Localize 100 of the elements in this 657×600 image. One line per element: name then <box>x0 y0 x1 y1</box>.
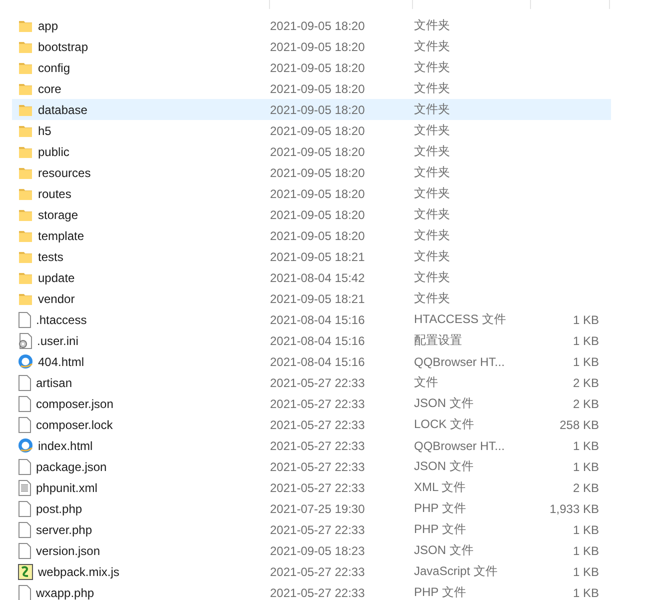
file-name: artisan <box>36 376 72 390</box>
file-row[interactable]: bootstrap 2021-09-05 18:20 文件夹 <box>12 36 611 57</box>
file-size: 2 KB <box>572 376 599 390</box>
modified-date: 2021-09-05 18:20 <box>270 18 366 32</box>
file-name: .user.ini <box>37 334 78 348</box>
file-size: 2 KB <box>572 480 599 494</box>
file-row[interactable]: package.json 2021-05-27 22:33 JSON 文件 1 KB <box>12 456 611 477</box>
file-row[interactable]: config 2021-09-05 18:20 文件夹 <box>12 57 611 78</box>
settings-file-icon <box>18 332 32 348</box>
file-name: core <box>38 82 62 96</box>
file-row[interactable]: update 2021-08-04 15:42 文件夹 <box>12 267 611 288</box>
file-row[interactable]: index.html 2021-05-27 22:33 QQBrowser HT... 1 KB <box>12 435 611 456</box>
file-type: PHP 文件 <box>414 521 467 538</box>
selected-file-row[interactable]: database 2021-09-05 18:20 文件夹 <box>12 99 611 120</box>
file-row[interactable]: .user.ini 2021-08-04 15:16 配置设置 1 KB <box>12 330 611 351</box>
file-row[interactable]: version.json 2021-09-05 18:23 JSON 文件 1 KB <box>12 540 611 561</box>
file-size: 258 KB <box>560 418 599 432</box>
folder-icon <box>18 270 33 285</box>
file-icon <box>18 542 31 558</box>
modified-date: 2021-09-05 18:20 <box>270 208 366 222</box>
modified-date: 2021-09-05 18:20 <box>270 144 366 158</box>
folder-icon <box>18 39 33 54</box>
file-name: phpunit.xml <box>36 480 98 494</box>
file-type: 文件夹 <box>414 101 451 118</box>
folder-icon <box>18 186 33 201</box>
file-type: 文件夹 <box>414 248 451 265</box>
file-row[interactable]: phpunit.xml 2021-05-27 22:33 XML 文件 2 KB <box>12 477 611 498</box>
file-type: XML 文件 <box>414 479 467 496</box>
file-type: PHP 文件 <box>414 584 467 600</box>
file-name: config <box>38 60 70 74</box>
file-type: QQBrowser HT... <box>414 354 506 368</box>
folder-icon <box>18 60 33 75</box>
file-icon <box>18 584 31 600</box>
file-name: composer.lock <box>36 418 113 432</box>
modified-date: 2021-09-05 18:20 <box>270 186 366 200</box>
file-type: JSON 文件 <box>414 458 474 475</box>
file-row[interactable]: h5 2021-09-05 18:20 文件夹 <box>12 120 611 141</box>
modified-date: 2021-05-27 22:33 <box>270 586 366 600</box>
modified-date: 2021-09-05 18:20 <box>270 166 366 180</box>
file-type: 文件夹 <box>414 206 451 223</box>
modified-date: 2021-08-04 15:16 <box>270 312 366 326</box>
file-row[interactable]: tests 2021-09-05 18:21 文件夹 <box>12 246 611 267</box>
file-row[interactable]: composer.json 2021-05-27 22:33 JSON 文件 2 KB <box>12 393 611 414</box>
modified-date: 2021-09-05 18:20 <box>270 124 366 138</box>
file-row[interactable]: app 2021-09-05 18:20 文件夹 <box>12 15 611 36</box>
file-size: 1 KB <box>572 544 599 558</box>
modified-date: 2021-09-05 18:20 <box>270 228 366 242</box>
file-type: 文件 <box>414 374 439 391</box>
folder-icon <box>18 291 33 306</box>
file-type: 文件夹 <box>414 269 451 286</box>
modified-date: 2021-05-27 22:33 <box>270 460 366 474</box>
file-type: 文件夹 <box>414 290 451 307</box>
folder-icon <box>18 144 33 159</box>
file-row[interactable]: storage 2021-09-05 18:20 文件夹 <box>12 204 611 225</box>
folder-icon <box>18 18 33 33</box>
file-name: database <box>38 102 88 116</box>
file-row[interactable]: post.php 2021-07-25 19:30 PHP 文件 1,933 KB <box>12 498 611 519</box>
modified-date: 2021-08-04 15:16 <box>270 334 366 348</box>
file-name: bootstrap <box>38 40 88 54</box>
file-icon <box>18 416 31 432</box>
file-row[interactable]: public 2021-09-05 18:20 文件夹 <box>12 141 611 162</box>
file-type: JavaScript 文件 <box>414 563 498 580</box>
modified-date: 2021-05-27 22:33 <box>270 438 366 452</box>
file-row[interactable]: routes 2021-09-05 18:20 文件夹 <box>12 183 611 204</box>
file-type: QQBrowser HT... <box>414 438 506 452</box>
file-name: update <box>38 270 75 284</box>
file-type: HTACCESS 文件 <box>414 311 507 328</box>
file-row[interactable]: vendor 2021-09-05 18:21 文件夹 <box>12 288 611 309</box>
file-name: resources <box>38 166 91 180</box>
file-icon <box>18 396 31 412</box>
folder-icon <box>18 228 33 243</box>
file-name: package.json <box>36 460 107 474</box>
file-size: 1 KB <box>572 564 599 578</box>
file-row[interactable]: server.php 2021-05-27 22:33 PHP 文件 1 KB <box>12 519 611 540</box>
file-row[interactable]: template 2021-09-05 18:20 文件夹 <box>12 225 611 246</box>
file-type: 配置设置 <box>414 332 463 349</box>
modified-date: 2021-09-05 18:20 <box>270 102 366 116</box>
file-size: 1 KB <box>572 586 599 600</box>
file-name: index.html <box>38 438 93 452</box>
modified-date: 2021-07-25 19:30 <box>270 502 366 516</box>
file-row[interactable]: wxapp.php 2021-05-27 22:33 PHP 文件 1 KB <box>12 582 611 600</box>
file-row[interactable]: .htaccess 2021-08-04 15:16 HTACCESS 文件 1 KB <box>12 309 611 330</box>
file-type: LOCK 文件 <box>414 416 476 433</box>
file-size: 1 KB <box>572 460 599 474</box>
file-icon <box>18 500 31 516</box>
file-name: public <box>38 144 70 158</box>
file-type: JSON 文件 <box>414 395 474 412</box>
modified-date: 2021-09-05 18:20 <box>270 40 366 54</box>
file-row[interactable]: composer.lock 2021-05-27 22:33 LOCK 文件 258 KB <box>12 414 611 435</box>
modified-date: 2021-09-05 18:20 <box>270 82 366 96</box>
text-file-icon <box>18 480 31 496</box>
file-row[interactable]: 404.html 2021-08-04 15:16 QQBrowser HT... 1 KB <box>12 351 611 372</box>
file-size: 1 KB <box>572 334 599 348</box>
file-row[interactable]: artisan 2021-05-27 22:33 文件 2 KB <box>12 372 611 393</box>
file-name: server.php <box>36 522 92 536</box>
file-row[interactable]: resources 2021-09-05 18:20 文件夹 <box>12 162 611 183</box>
file-row[interactable]: core 2021-09-05 18:20 文件夹 <box>12 78 611 99</box>
file-row[interactable]: webpack.mix.js 2021-05-27 22:33 JavaScript 文件 1 KB <box>12 561 611 582</box>
file-size: 1 KB <box>572 438 599 452</box>
file-icon <box>18 374 31 390</box>
